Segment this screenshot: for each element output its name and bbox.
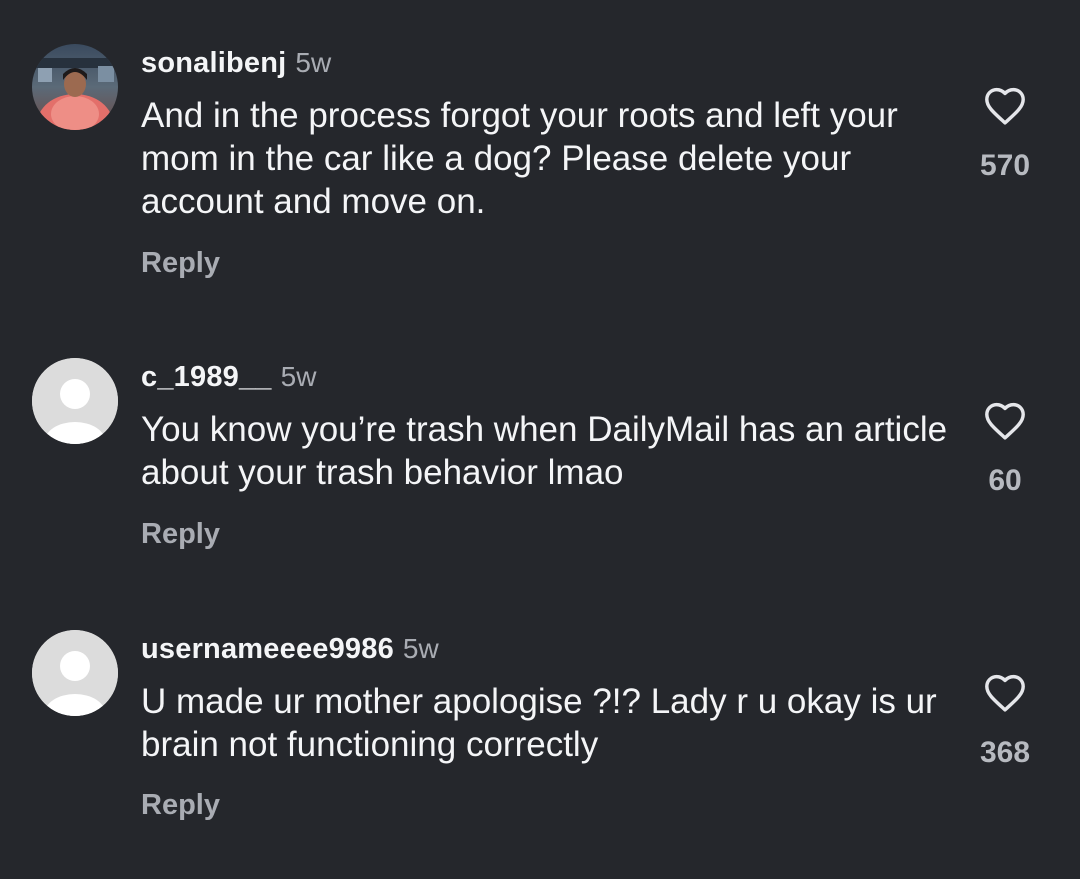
reply-button[interactable]: Reply [141, 517, 220, 551]
like-group: 60 [972, 401, 1038, 498]
username[interactable]: c_1989__ [141, 361, 272, 393]
comment-time: 5w [295, 47, 332, 78]
reply-button[interactable]: Reply [141, 788, 220, 822]
like-group: 368 [972, 673, 1038, 770]
username[interactable]: usernameeee9986 [141, 633, 394, 665]
comment-item: usernameeee9986 5w U made ur mother apolo… [0, 610, 1080, 879]
person-silhouette-icon [32, 630, 118, 716]
heart-outline-icon[interactable] [983, 86, 1027, 126]
comment-item: sonalibenj 5w And in the process forgot y… [0, 0, 1080, 320]
user-avatar[interactable] [32, 630, 118, 716]
like-count: 368 [979, 736, 1031, 769]
user-avatar[interactable] [32, 358, 118, 444]
reply-button[interactable]: Reply [141, 246, 220, 280]
heart-outline-icon[interactable] [983, 401, 1027, 441]
like-count: 570 [979, 149, 1031, 182]
comment-text: You know you’re trash when DailyMail has… [141, 410, 948, 492]
comment-header: sonalibenj 5w [141, 46, 331, 85]
person-silhouette-icon [32, 358, 118, 444]
comment-header: c_1989__ 5w [141, 360, 316, 399]
like-group: 570 [972, 86, 1038, 183]
user-avatar[interactable] [32, 44, 118, 130]
heart-outline-icon[interactable] [983, 673, 1027, 713]
profile-photo-avatar [32, 44, 118, 130]
username[interactable]: sonalibenj [141, 47, 286, 79]
comment-text: U made ur mother apologise ?!? Lady r u … [141, 682, 937, 764]
comment-time: 5w [280, 361, 317, 392]
like-count: 60 [988, 464, 1022, 497]
comment-time: 5w [402, 633, 439, 664]
comment-header: usernameeee9986 5w [141, 632, 439, 671]
comment-text: And in the process forgot your roots and… [141, 96, 898, 221]
comment-item: c_1989__ 5w You know you’re trash when Da… [0, 320, 1080, 610]
